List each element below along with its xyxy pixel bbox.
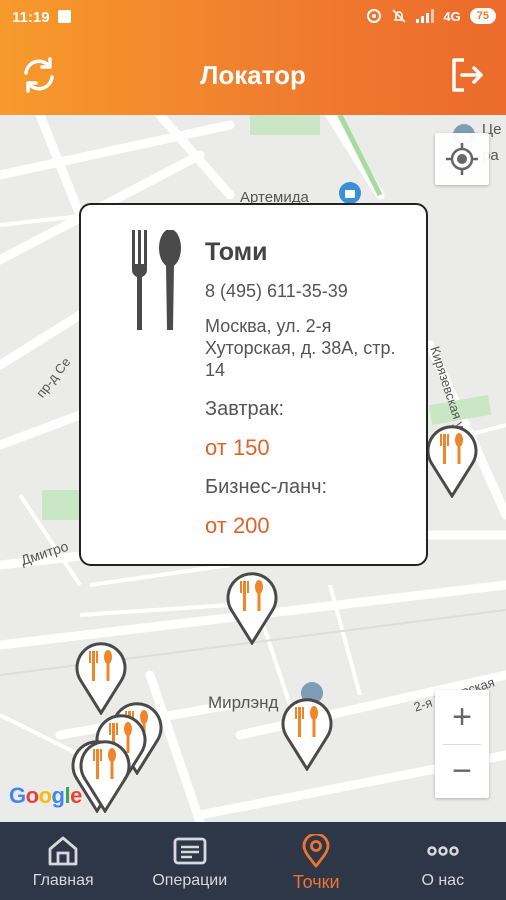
app-header: 11:19 4G 75 Локатор bbox=[0, 0, 506, 115]
google-letter: e bbox=[70, 783, 82, 808]
mute-icon bbox=[392, 9, 406, 23]
nav-label-home: Главная bbox=[32, 872, 94, 889]
google-letter: o bbox=[38, 783, 52, 808]
google-attribution: Google bbox=[9, 783, 82, 809]
status-time: 11:19 bbox=[12, 9, 50, 26]
battery-indicator: 75 bbox=[469, 8, 496, 24]
logout-icon[interactable] bbox=[448, 56, 486, 94]
map-view[interactable]: Артемида Це ра пр-д Се Дмитро Кирязевска… bbox=[0, 115, 506, 822]
nav-item-operations[interactable]: Операции bbox=[127, 822, 254, 900]
fork-knife-icon bbox=[132, 230, 181, 330]
restaurant-pin[interactable] bbox=[423, 420, 481, 498]
my-location-icon bbox=[446, 143, 478, 175]
home-icon bbox=[48, 836, 78, 866]
place-info-card[interactable]: Томи 8 (495) 611-35-39 Москва, ул. 2-я Х… bbox=[79, 203, 428, 566]
lunch-label: Бизнес-ланч: bbox=[205, 476, 328, 498]
zoom-divider bbox=[443, 744, 481, 745]
nav-label-about: О нас bbox=[421, 872, 465, 889]
place-phone[interactable]: 8 (495) 611-35-39 bbox=[205, 281, 348, 302]
breakfast-label: Завтрак: bbox=[205, 398, 285, 420]
zoom-controls: + − bbox=[435, 690, 489, 798]
location-pin-icon bbox=[302, 834, 330, 868]
status-icons: 4G 75 bbox=[366, 8, 496, 24]
google-letter: G bbox=[9, 783, 26, 808]
nav-item-points[interactable]: Точки bbox=[253, 822, 380, 900]
signal-icon bbox=[416, 9, 435, 23]
google-letter: g bbox=[51, 783, 65, 808]
bottom-navigation: Главная Операции Точки О нас bbox=[0, 822, 506, 900]
restaurant-pin[interactable] bbox=[223, 567, 281, 645]
restaurant-pin[interactable] bbox=[76, 735, 134, 813]
zoom-in-button[interactable]: + bbox=[435, 690, 489, 744]
google-letter: o bbox=[25, 783, 39, 808]
operations-icon bbox=[173, 837, 207, 865]
screen: 11:19 4G 75 Локатор Артемида Це ра пр-д … bbox=[0, 0, 506, 900]
hotspot-icon bbox=[367, 9, 382, 23]
lunch-price: от 200 bbox=[205, 513, 270, 538]
more-icon bbox=[427, 846, 459, 856]
nav-label-operations: Операции bbox=[152, 872, 228, 889]
shopping-bag-icon bbox=[339, 182, 361, 204]
my-location-button[interactable] bbox=[435, 133, 489, 185]
notification-icon bbox=[58, 10, 71, 23]
nav-item-home[interactable]: Главная bbox=[0, 822, 127, 900]
nav-label-points: Точки bbox=[292, 872, 340, 892]
page-title: Локатор bbox=[200, 60, 306, 90]
status-bar: 11:19 4G 75 bbox=[0, 0, 506, 36]
place-address: Москва, ул. 2-я Хуторская, д. 38А, стр. … bbox=[205, 316, 396, 380]
breakfast-price: от 150 bbox=[205, 435, 270, 460]
network-type: 4G bbox=[443, 8, 461, 24]
nav-item-about[interactable]: О нас bbox=[380, 822, 506, 900]
zoom-out-button[interactable]: − bbox=[435, 744, 489, 798]
restaurant-pin[interactable] bbox=[278, 693, 336, 771]
map-label-mirlend: Мирлэнд bbox=[208, 693, 279, 712]
place-name: Томи bbox=[205, 238, 268, 266]
